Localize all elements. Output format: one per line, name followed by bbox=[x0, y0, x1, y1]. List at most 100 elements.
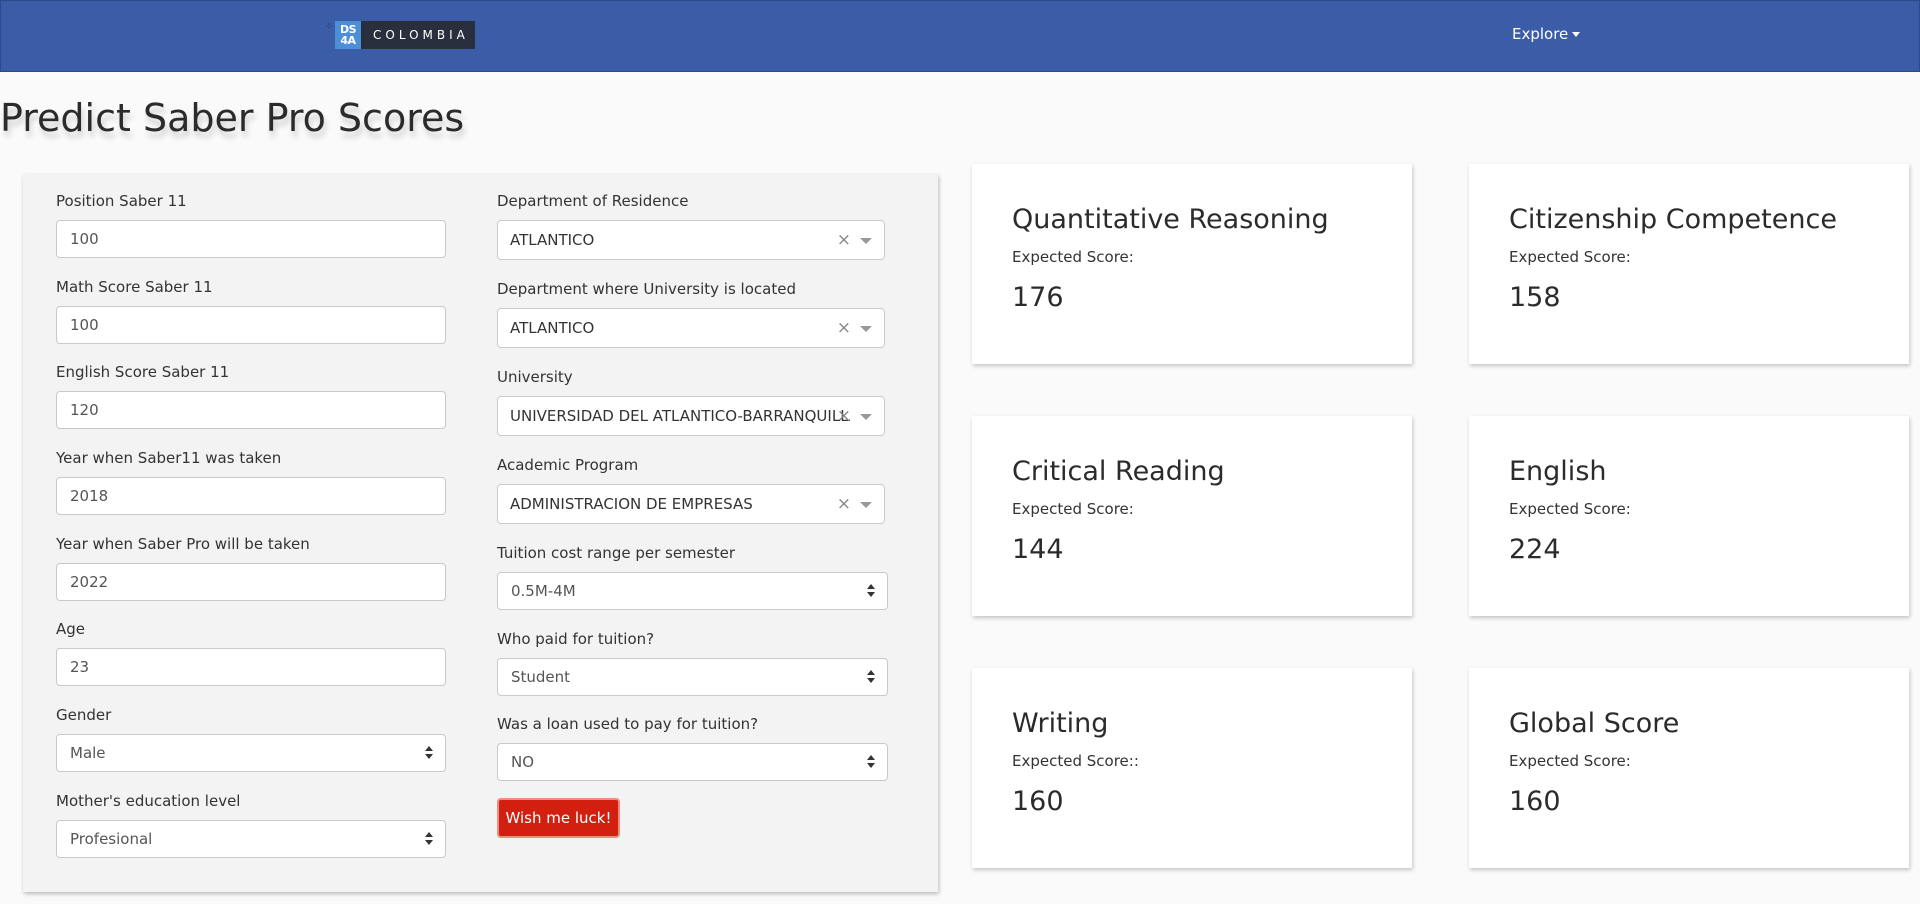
score-card: Global Score Expected Score: 160 bbox=[1469, 668, 1909, 868]
score-name: Citizenship Competence bbox=[1509, 204, 1837, 235]
field-label: Year when Saber Pro will be taken bbox=[56, 535, 310, 553]
tuition-payer-value: Student bbox=[511, 668, 571, 686]
chevron-down-icon bbox=[860, 238, 872, 244]
tuition-range-value: 0.5M-4M bbox=[511, 582, 576, 600]
page-title: Predict Saber Pro Scores bbox=[0, 96, 465, 140]
field-label: Academic Program bbox=[497, 456, 639, 474]
department-residence-value: ATLANTICO bbox=[510, 231, 595, 249]
score-value: 160 bbox=[1509, 786, 1561, 817]
score-subtitle: Expected Score: bbox=[1012, 248, 1134, 266]
score-name: Critical Reading bbox=[1012, 456, 1225, 487]
tuition-loan-value: NO bbox=[511, 753, 535, 771]
score-value: 176 bbox=[1012, 282, 1064, 313]
score-name: Quantitative Reasoning bbox=[1012, 204, 1329, 235]
year-saberpro-field: Year when Saber Pro will be taken bbox=[56, 534, 446, 601]
prediction-form: Position Saber 11 Math Score Saber 11 En… bbox=[23, 174, 938, 892]
position-saber11-input[interactable] bbox=[56, 220, 446, 258]
academic-program-dropdown[interactable]: ADMINISTRACION DE EMPRESAS × bbox=[497, 484, 885, 524]
clear-icon[interactable]: × bbox=[837, 397, 851, 435]
score-card: Critical Reading Expected Score: 144 bbox=[972, 416, 1412, 616]
mother-education-select[interactable]: Profesional bbox=[56, 820, 446, 858]
logo-box: DS 4A bbox=[335, 21, 361, 49]
wish-me-luck-button[interactable]: Wish me luck! bbox=[497, 798, 620, 838]
score-name: Global Score bbox=[1509, 708, 1680, 739]
score-card: English Expected Score: 224 bbox=[1469, 416, 1909, 616]
field-label: Gender bbox=[56, 706, 112, 724]
field-label: Position Saber 11 bbox=[56, 192, 187, 210]
field-label: Math Score Saber 11 bbox=[56, 278, 213, 296]
tuition-payer-field: Who paid for tuition? Student bbox=[497, 629, 888, 696]
position-saber11-field: Position Saber 11 bbox=[56, 191, 446, 258]
field-label: Tuition cost range per semester bbox=[497, 544, 735, 562]
math-saber11-field: Math Score Saber 11 bbox=[56, 277, 446, 344]
department-university-dropdown[interactable]: ATLANTICO × bbox=[497, 308, 885, 348]
tuition-payer-select[interactable]: Student bbox=[497, 658, 888, 696]
score-subtitle: Expected Score: bbox=[1012, 500, 1134, 518]
score-name: Writing bbox=[1012, 708, 1109, 739]
chevron-down-icon bbox=[860, 326, 872, 332]
score-subtitle: Expected Score:: bbox=[1012, 752, 1139, 770]
score-card: Citizenship Competence Expected Score: 1… bbox=[1469, 164, 1909, 364]
score-card: Quantitative Reasoning Expected Score: 1… bbox=[972, 164, 1412, 364]
updown-arrows-icon bbox=[425, 746, 433, 760]
score-subtitle: Expected Score: bbox=[1509, 752, 1631, 770]
gender-field: Gender Male bbox=[56, 705, 446, 772]
updown-arrows-icon bbox=[867, 670, 875, 684]
year-saberpro-input[interactable] bbox=[56, 563, 446, 601]
score-subtitle: Expected Score: bbox=[1509, 500, 1631, 518]
clear-icon[interactable]: × bbox=[837, 309, 851, 347]
field-label: Department where University is located bbox=[497, 280, 796, 298]
gender-value: Male bbox=[70, 744, 106, 762]
department-residence-field: Department of Residence ATLANTICO × bbox=[497, 191, 887, 260]
score-name: English bbox=[1509, 456, 1607, 487]
score-value: 144 bbox=[1012, 534, 1064, 565]
ds4a-logo[interactable]: ⁘ DS 4A COLOMBIA bbox=[325, 21, 475, 51]
department-residence-dropdown[interactable]: ATLANTICO × bbox=[497, 220, 885, 260]
academic-program-value: ADMINISTRACION DE EMPRESAS bbox=[510, 495, 753, 513]
age-input[interactable] bbox=[56, 648, 446, 686]
score-value: 224 bbox=[1509, 534, 1561, 565]
score-card: Writing Expected Score:: 160 bbox=[972, 668, 1412, 868]
academic-program-field: Academic Program ADMINISTRACION DE EMPRE… bbox=[497, 455, 887, 524]
mother-education-value: Profesional bbox=[70, 830, 153, 848]
chevron-down-icon bbox=[860, 414, 872, 420]
tuition-loan-field: Was a loan used to pay for tuition? NO bbox=[497, 714, 888, 781]
english-saber11-input[interactable] bbox=[56, 391, 446, 429]
university-value: UNIVERSIDAD DEL ATLANTICO-BARRANQUILLA bbox=[510, 407, 850, 425]
updown-arrows-icon bbox=[425, 832, 433, 846]
explore-menu[interactable]: Explore bbox=[1512, 25, 1581, 43]
field-label: Department of Residence bbox=[497, 192, 689, 210]
year-saber11-input[interactable] bbox=[56, 477, 446, 515]
field-label: Was a loan used to pay for tuition? bbox=[497, 715, 759, 733]
field-label: University bbox=[497, 368, 573, 386]
year-saber11-field: Year when Saber11 was taken bbox=[56, 448, 446, 515]
field-label: Who paid for tuition? bbox=[497, 630, 655, 648]
tuition-range-select[interactable]: 0.5M-4M bbox=[497, 572, 888, 610]
navbar: ⁘ DS 4A COLOMBIA Explore bbox=[0, 0, 1920, 72]
mother-education-field: Mother's education level Profesional bbox=[56, 791, 446, 858]
gender-select[interactable]: Male bbox=[56, 734, 446, 772]
tuition-loan-select[interactable]: NO bbox=[497, 743, 888, 781]
clear-icon[interactable]: × bbox=[837, 221, 851, 259]
field-label: Mother's education level bbox=[56, 792, 241, 810]
score-subtitle: Expected Score: bbox=[1509, 248, 1631, 266]
score-value: 158 bbox=[1509, 282, 1561, 313]
department-university-value: ATLANTICO bbox=[510, 319, 595, 337]
university-dropdown[interactable]: UNIVERSIDAD DEL ATLANTICO-BARRANQUILLA × bbox=[497, 396, 885, 436]
english-saber11-field: English Score Saber 11 bbox=[56, 362, 446, 429]
chevron-down-icon bbox=[860, 502, 872, 508]
updown-arrows-icon bbox=[867, 755, 875, 769]
tuition-range-field: Tuition cost range per semester 0.5M-4M bbox=[497, 543, 888, 610]
updown-arrows-icon bbox=[867, 584, 875, 598]
logo-text: COLOMBIA bbox=[361, 21, 475, 49]
logo-dots-icon: ⁘ bbox=[325, 22, 333, 32]
field-label: Year when Saber11 was taken bbox=[56, 449, 282, 467]
explore-label: Explore bbox=[1512, 25, 1569, 43]
university-field: University UNIVERSIDAD DEL ATLANTICO-BAR… bbox=[497, 367, 887, 436]
department-university-field: Department where University is located A… bbox=[497, 279, 887, 348]
math-saber11-input[interactable] bbox=[56, 306, 446, 344]
caret-down-icon bbox=[1572, 32, 1581, 37]
score-value: 160 bbox=[1012, 786, 1064, 817]
clear-icon[interactable]: × bbox=[837, 485, 851, 523]
field-label: Age bbox=[56, 620, 86, 638]
